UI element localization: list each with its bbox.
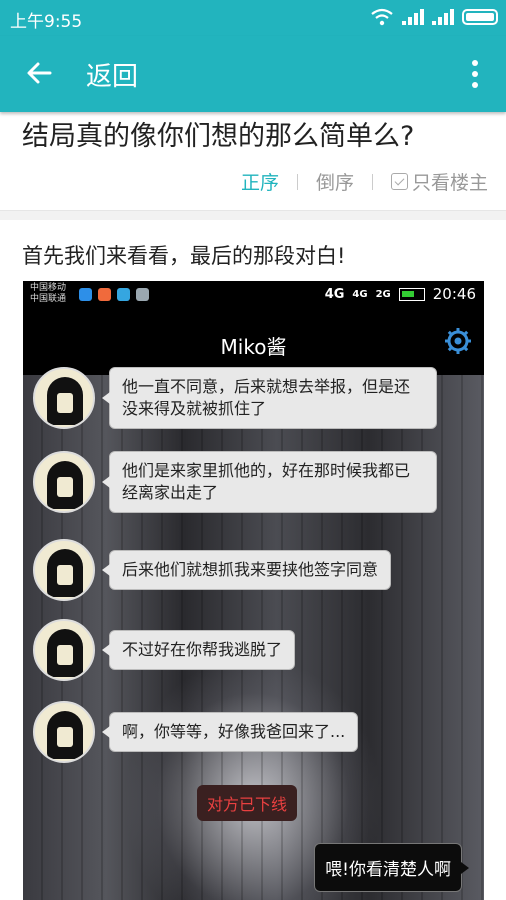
network-4g-small-label: 4G xyxy=(352,288,368,300)
app-icon xyxy=(98,288,111,301)
message-bubble: 后来他们就想抓我来要挟他签字同意 xyxy=(101,550,392,590)
embedded-screenshot[interactable]: 中国移动 中国联通 4G 4G 2G 20:46 Miko酱 他一直不同意，后来… xyxy=(23,281,484,900)
status-time: 上午9:55 xyxy=(10,12,83,32)
embedded-status-bar: 中国移动 中国联通 4G 4G 2G 20:46 xyxy=(23,281,484,309)
embedded-time: 20:46 xyxy=(432,285,476,303)
network-4g-label: 4G xyxy=(324,286,345,302)
more-menu-icon[interactable] xyxy=(472,60,478,88)
avatar xyxy=(33,539,95,601)
chat-title: Miko酱 xyxy=(220,335,287,359)
chat-message: 他们是来家里抓他的，好在那时候我都已经离家出走了 xyxy=(33,451,437,513)
only-owner-label: 只看楼主 xyxy=(411,172,488,194)
message-bubble: 不过好在你帮我逃脱了 xyxy=(101,630,296,670)
avatar xyxy=(33,701,95,763)
battery-icon xyxy=(462,9,498,25)
network-2g-label: 2G xyxy=(375,288,391,300)
offline-notice: 对方已下线 xyxy=(197,785,298,821)
carrier-label: 中国联通 xyxy=(30,294,67,304)
only-owner-toggle[interactable]: 只看楼主 xyxy=(390,168,488,195)
sort-descending-button[interactable]: 倒序 xyxy=(316,168,354,195)
divider xyxy=(371,173,373,190)
message-bubble: 他们是来家里抓他的，好在那时候我都已经离家出走了 xyxy=(102,451,437,513)
avatar xyxy=(33,367,95,429)
chat-message: 啊，你等等，好像我爸回来了... xyxy=(33,701,359,763)
divider xyxy=(296,173,298,190)
checkbox-icon[interactable] xyxy=(390,173,408,190)
sort-ascending-button[interactable]: 正序 xyxy=(241,168,279,195)
chat-header: Miko酱 xyxy=(23,309,484,375)
wifi-icon xyxy=(371,8,393,26)
back-arrow-icon[interactable] xyxy=(24,58,54,88)
gallery-icon xyxy=(136,288,149,301)
section-divider xyxy=(0,210,506,220)
carrier-label: 中国移动 xyxy=(30,283,67,293)
shield-icon xyxy=(117,288,130,301)
app-bar: 返回 xyxy=(0,36,506,112)
back-button[interactable]: 返回 xyxy=(86,56,138,93)
message-bubble: 啊，你等等，好像我爸回来了... xyxy=(101,712,359,752)
battery-icon xyxy=(398,287,425,301)
floor-text: 首先我们来看看，最后的那段对白! xyxy=(22,244,346,268)
avatar xyxy=(33,619,95,681)
sort-bar: 正序 倒序 只看楼主 xyxy=(241,168,488,195)
signal-icon xyxy=(432,9,454,25)
chat-message: 后来他们就想抓我来要挟他签字同意 xyxy=(33,539,392,601)
status-icons xyxy=(370,8,498,26)
chat-message: 他一直不同意，后来就想去举报，但是还没来得及就被抓住了 xyxy=(33,367,437,429)
chat-message: 不过好在你帮我逃脱了 xyxy=(33,619,296,681)
message-app-icon xyxy=(79,288,92,301)
status-bar: 上午9:55 xyxy=(0,0,506,36)
gear-icon[interactable] xyxy=(444,327,472,355)
notification-icons xyxy=(79,288,149,301)
post-title: 结局真的像你们想的那么简单么? xyxy=(22,121,415,152)
avatar xyxy=(33,451,95,513)
message-bubble: 他一直不同意，后来就想去举报，但是还没来得及就被抓住了 xyxy=(102,367,437,429)
signal-icon xyxy=(402,9,424,25)
reply-bubble: 喂!你看清楚人啊 xyxy=(314,843,469,892)
